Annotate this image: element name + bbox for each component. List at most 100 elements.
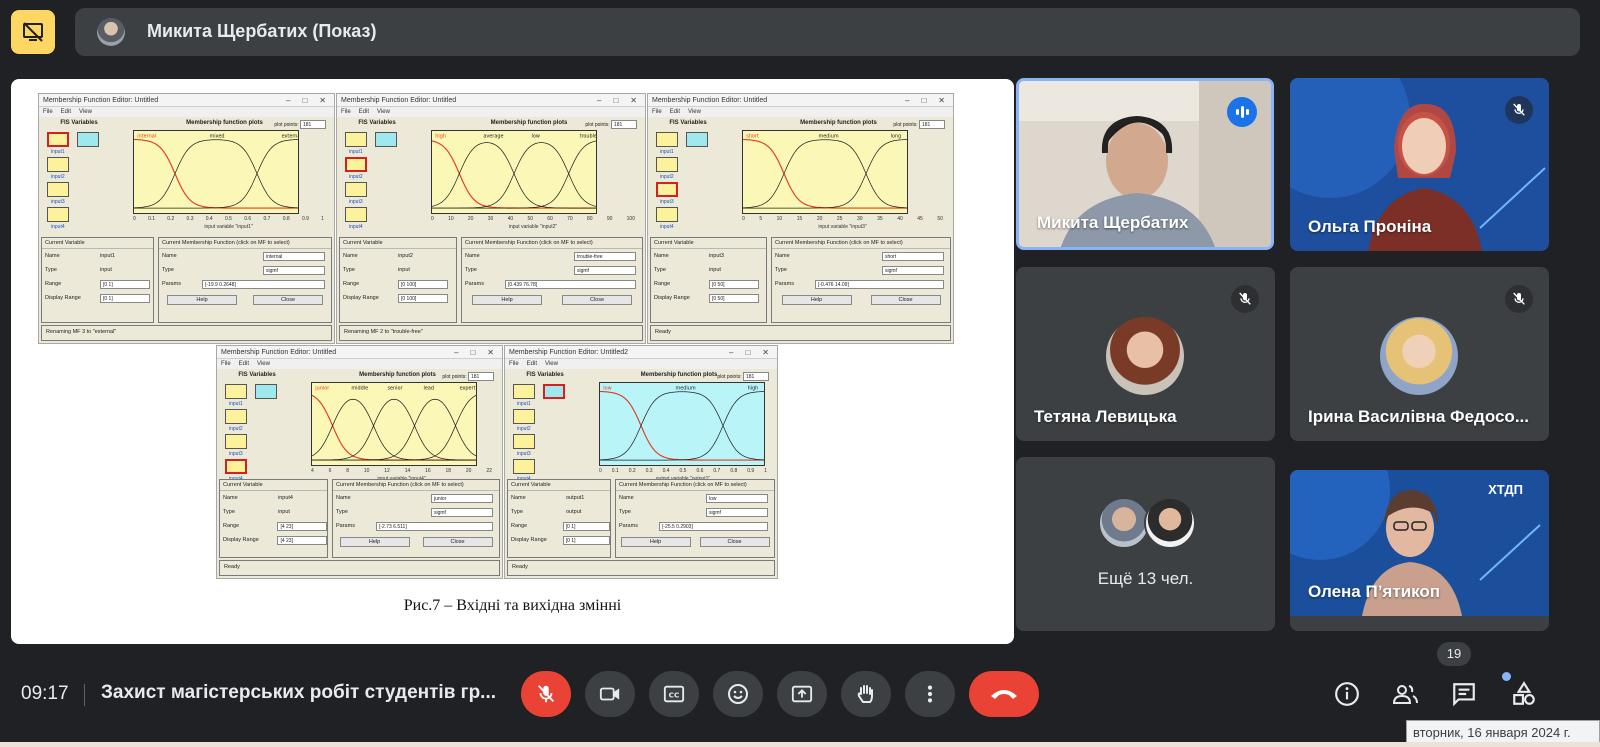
- menu-item[interactable]: File: [652, 109, 662, 115]
- input-variable-box[interactable]: [656, 207, 678, 222]
- reactions-button[interactable]: [713, 671, 763, 717]
- range-field[interactable]: [0 1]: [100, 279, 150, 289]
- menu-item[interactable]: View: [257, 361, 270, 367]
- more-participants-tile[interactable]: Ещё 13 чел.: [1016, 457, 1275, 631]
- membership-curve[interactable]: [600, 391, 764, 461]
- range-field[interactable]: [0 100]: [398, 279, 448, 289]
- input-variable-box[interactable]: [513, 384, 535, 399]
- close-button[interactable]: Close: [870, 295, 941, 305]
- range-field[interactable]: [0 50]: [709, 279, 759, 289]
- minimize-icon[interactable]: –: [729, 348, 733, 357]
- range-field[interactable]: [0 1]: [562, 521, 610, 531]
- membership-curve[interactable]: [312, 394, 476, 461]
- output-variable-box[interactable]: [77, 132, 99, 147]
- display-range-field[interactable]: [0 50]: [709, 293, 759, 303]
- plot-points[interactable]: plot points: 181: [893, 120, 945, 129]
- presenter-banner[interactable]: Микита Щербатих (Показ): [75, 8, 1580, 56]
- range-field[interactable]: [4 23]: [277, 521, 327, 531]
- minimize-icon[interactable]: –: [597, 96, 601, 105]
- menu-item[interactable]: View: [545, 361, 558, 367]
- membership-curve[interactable]: [600, 390, 764, 461]
- input-variable-box[interactable]: [225, 434, 247, 449]
- mf-name-field[interactable]: junior: [431, 493, 493, 503]
- present-button[interactable]: [777, 671, 827, 717]
- menu-item[interactable]: Edit: [359, 109, 369, 115]
- participant-tile-5[interactable]: ХТДП Олена П’ятикоп: [1290, 470, 1549, 616]
- params-field[interactable]: [0.439 76.78]: [505, 279, 636, 289]
- maximize-icon[interactable]: □: [921, 96, 926, 105]
- menu-item[interactable]: File: [509, 361, 519, 367]
- input-variable-box[interactable]: [345, 132, 367, 147]
- maximize-icon[interactable]: □: [470, 348, 475, 357]
- more-options-button[interactable]: [905, 671, 955, 717]
- menu-item[interactable]: View: [79, 109, 92, 115]
- output-variable-box[interactable]: [255, 384, 277, 399]
- close-icon[interactable]: ✕: [630, 96, 637, 105]
- menu-item[interactable]: Edit: [61, 109, 71, 115]
- close-icon[interactable]: ✕: [319, 96, 326, 105]
- params-field[interactable]: [-2.73 6.511]: [376, 521, 493, 531]
- minimize-icon[interactable]: –: [454, 348, 458, 357]
- menu-item[interactable]: File: [221, 361, 231, 367]
- plot-points[interactable]: plot points: 181: [717, 372, 769, 381]
- membership-function-plot[interactable]: internal mixed external: [133, 130, 299, 214]
- params-field[interactable]: [-19.9 0.2648]: [202, 279, 325, 289]
- menu-item[interactable]: Edit: [670, 109, 680, 115]
- membership-curve[interactable]: [743, 139, 907, 209]
- plot-points[interactable]: plot points: 181: [274, 120, 326, 129]
- membership-curve[interactable]: [134, 139, 298, 209]
- input-variable-box[interactable]: [47, 157, 69, 172]
- display-range-field[interactable]: [4 23]: [277, 535, 327, 545]
- leave-call-button[interactable]: [969, 671, 1039, 717]
- input-variable-box[interactable]: [47, 182, 69, 197]
- membership-curve[interactable]: [312, 398, 476, 461]
- input-variable-box[interactable]: [656, 182, 678, 197]
- help-button[interactable]: Help: [472, 295, 542, 305]
- membership-curve[interactable]: [432, 142, 596, 209]
- menu-item[interactable]: Edit: [527, 361, 537, 367]
- mf-type-select[interactable]: sigmf: [263, 265, 325, 275]
- input-variable-box[interactable]: [656, 157, 678, 172]
- help-button[interactable]: Help: [781, 295, 852, 305]
- participant-tile-1[interactable]: Микита Щербатих: [1016, 78, 1274, 250]
- menu-item[interactable]: View: [377, 109, 390, 115]
- input-variable-box[interactable]: [345, 157, 367, 172]
- menu-item[interactable]: Edit: [239, 361, 249, 367]
- help-button[interactable]: Help: [167, 295, 237, 305]
- close-icon[interactable]: ✕: [762, 348, 769, 357]
- input-variable-box[interactable]: [47, 132, 69, 147]
- mf-type-select[interactable]: sigmf: [574, 265, 636, 275]
- display-range-field[interactable]: [0 1]: [100, 293, 150, 303]
- input-variable-box[interactable]: [513, 434, 535, 449]
- mf-type-select[interactable]: sigmf: [431, 507, 493, 517]
- input-variable-box[interactable]: [225, 459, 247, 474]
- display-range-field[interactable]: [0 100]: [398, 293, 448, 303]
- membership-curve[interactable]: [743, 138, 907, 209]
- activities-button[interactable]: [1506, 676, 1542, 712]
- minimize-icon[interactable]: –: [286, 96, 290, 105]
- input-variable-box[interactable]: [656, 132, 678, 147]
- maximize-icon[interactable]: □: [745, 348, 750, 357]
- menu-item[interactable]: File: [43, 109, 53, 115]
- input-variable-box[interactable]: [345, 182, 367, 197]
- mf-type-select[interactable]: sigmf: [882, 265, 944, 275]
- meeting-info-button[interactable]: [1329, 676, 1365, 712]
- input-variable-box[interactable]: [47, 207, 69, 222]
- mf-type-select[interactable]: sigmf: [706, 507, 768, 517]
- camera-toggle-button[interactable]: [585, 671, 635, 717]
- input-variable-box[interactable]: [225, 384, 247, 399]
- close-button[interactable]: Close: [562, 295, 632, 305]
- mf-name-field[interactable]: trouble-free: [574, 251, 636, 261]
- output-variable-box[interactable]: [543, 384, 565, 399]
- input-variable-box[interactable]: [513, 409, 535, 424]
- membership-curve[interactable]: [134, 138, 298, 209]
- help-button[interactable]: Help: [620, 537, 691, 547]
- presentation-indicator[interactable]: [11, 10, 55, 54]
- output-variable-box[interactable]: [686, 132, 708, 147]
- membership-curve[interactable]: [432, 142, 596, 209]
- plot-points[interactable]: plot points: 181: [585, 120, 637, 129]
- input-variable-box[interactable]: [225, 409, 247, 424]
- captions-button[interactable]: CC: [649, 671, 699, 717]
- membership-curve[interactable]: [312, 394, 476, 461]
- membership-curve[interactable]: [312, 398, 476, 461]
